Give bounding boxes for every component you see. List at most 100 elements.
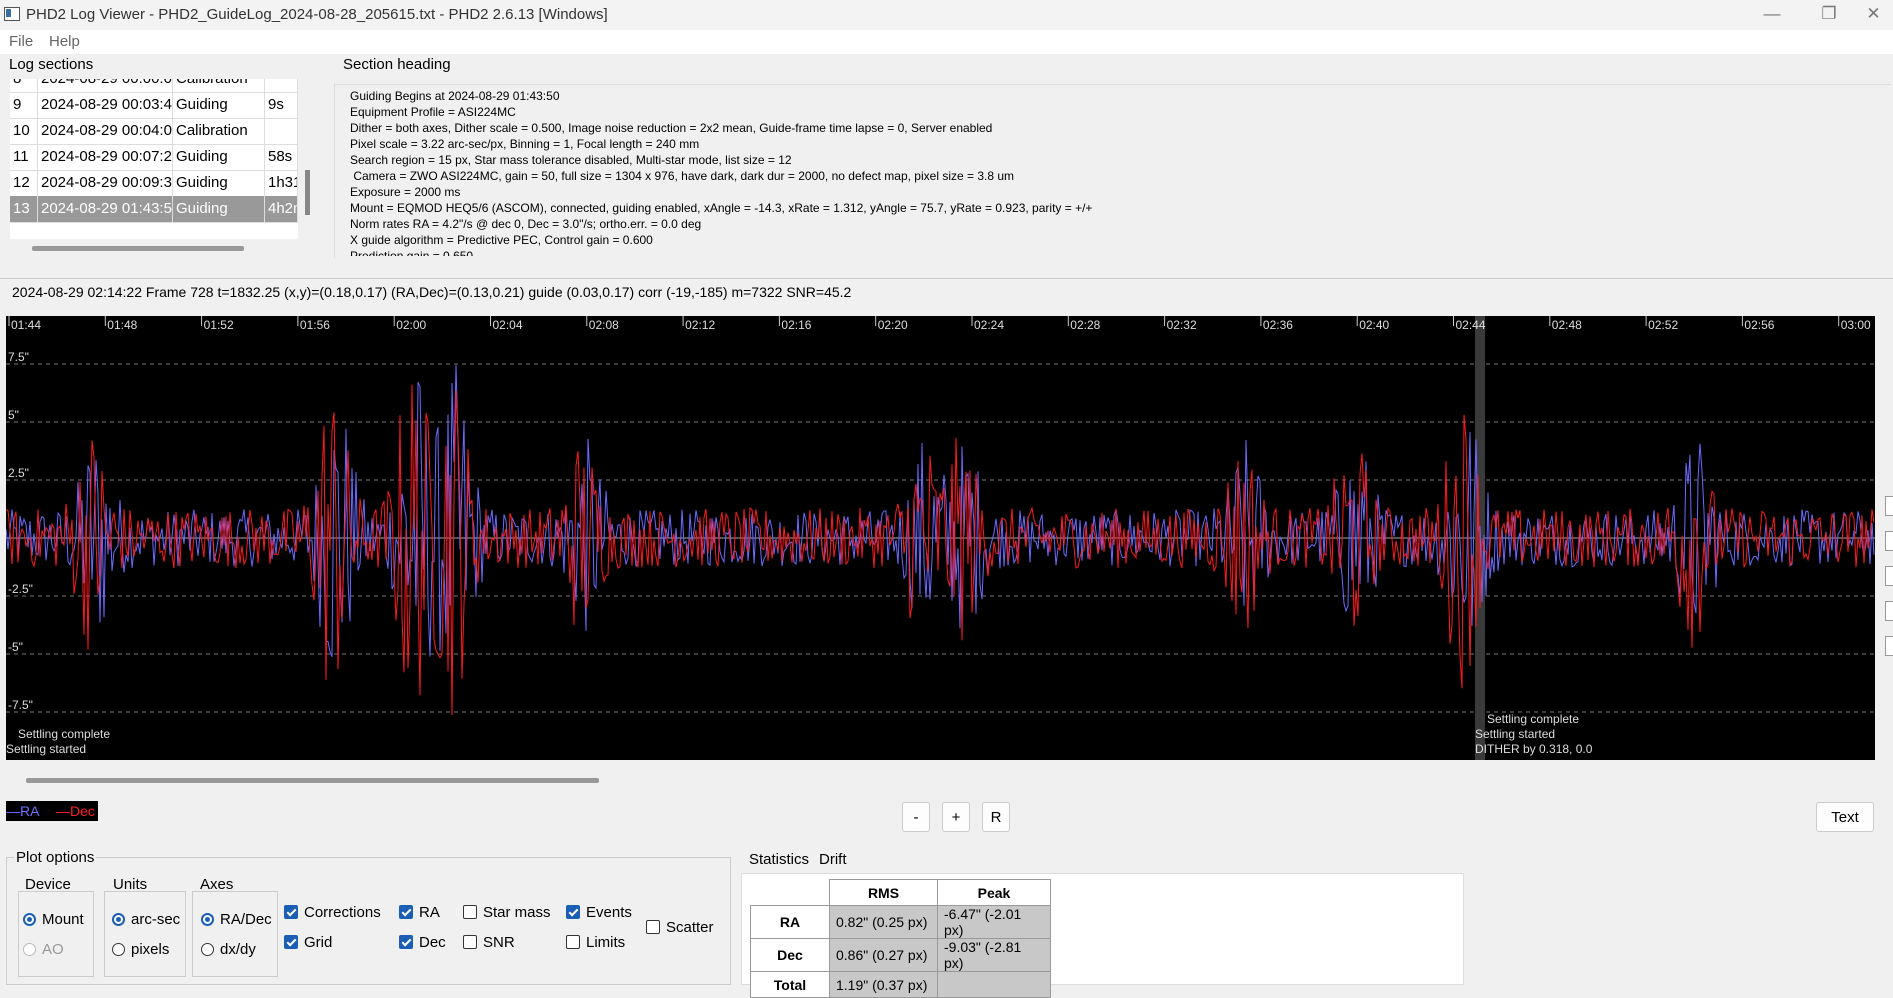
- restore-button[interactable]: ❐: [1806, 0, 1852, 30]
- stats-header-row: RMS Peak: [751, 879, 1051, 906]
- time-tick-label: 01:48: [107, 318, 137, 332]
- axes-dxdy-label: dx/dy: [220, 941, 256, 958]
- legend-dec: —Dec: [56, 803, 95, 819]
- section-row-10[interactable]: 10 2024-08-29 00:04:00 Calibration: [10, 118, 298, 145]
- time-tick-label: 02:24: [974, 318, 1004, 332]
- section-row-13[interactable]: 13 2024-08-29 01:43:50 Guiding 4h2m: [10, 196, 298, 223]
- corrections-checkbox[interactable]: Corrections: [284, 904, 381, 921]
- heading-line: Dither = both axes, Dither scale = 0.500…: [350, 121, 993, 135]
- event-label: Settling started: [6, 742, 86, 756]
- app-icon: [4, 7, 20, 21]
- dec-checkbox[interactable]: Dec: [399, 934, 446, 951]
- menu-help[interactable]: Help: [49, 33, 80, 50]
- units-group: [104, 891, 186, 977]
- device-mount-label: Mount: [42, 911, 84, 928]
- time-tick-label: 02:56: [1744, 318, 1774, 332]
- tab-drift[interactable]: Drift: [819, 851, 847, 868]
- stats-row-dec: Dec 0.86" (0.27 px) -9.03" (-2.81 px): [750, 938, 1051, 972]
- time-tick-label: 01:56: [300, 318, 330, 332]
- side-tab[interactable]: [1885, 531, 1893, 551]
- time-tick-label: 02:08: [589, 318, 619, 332]
- units-label: Units: [113, 876, 148, 893]
- menu-file[interactable]: File: [9, 33, 33, 50]
- device-label: Device: [25, 876, 71, 893]
- section-type: Guiding: [173, 170, 265, 196]
- section-number: 12: [10, 170, 38, 196]
- units-pixels-radio[interactable]: pixels: [112, 941, 169, 958]
- device-mount-radio[interactable]: Mount: [23, 911, 84, 928]
- radio-icon: [201, 943, 214, 956]
- checkbox-icon: [399, 905, 413, 919]
- section-time: 2024-08-29 00:09:31: [38, 170, 173, 196]
- section-row-9[interactable]: 9 2024-08-29 00:03:40 Guiding 9s: [10, 92, 298, 119]
- stats-rms-value: 1.19" (0.37 px): [829, 971, 938, 998]
- units-arcsec-radio[interactable]: arc-sec: [112, 911, 180, 928]
- section-row-11[interactable]: 11 2024-08-29 00:07:27 Guiding 58s: [10, 144, 298, 171]
- corrections-label: Corrections: [304, 904, 381, 921]
- limits-checkbox[interactable]: Limits: [566, 934, 625, 951]
- dec-label: Dec: [419, 934, 446, 951]
- time-tick-label: 02:20: [878, 318, 908, 332]
- section-row-12[interactable]: 12 2024-08-29 00:09:31 Guiding 1h31: [10, 170, 298, 197]
- events-label: Events: [586, 904, 632, 921]
- minimize-button[interactable]: —: [1749, 0, 1795, 30]
- section-duration: 9s: [265, 92, 298, 118]
- log-sections-table[interactable]: 8 2024-08-29 00:00:09 Calibration 9 2024…: [10, 79, 298, 239]
- section-row-8[interactable]: 8 2024-08-29 00:00:09 Calibration: [10, 79, 298, 93]
- time-tick-label: 02:16: [781, 318, 811, 332]
- section-time: 2024-08-29 00:03:40: [38, 92, 173, 118]
- stats-peak-value: -6.47" (-2.01 px): [937, 905, 1051, 939]
- side-tab[interactable]: [1885, 566, 1893, 586]
- time-tick-label: 02:12: [685, 318, 715, 332]
- zoom-in-button[interactable]: +: [942, 802, 970, 832]
- grid-checkbox[interactable]: Grid: [284, 934, 332, 951]
- window-title: PHD2 Log Viewer - PHD2_GuideLog_2024-08-…: [26, 6, 608, 23]
- ra-checkbox[interactable]: RA: [399, 904, 440, 921]
- side-tab[interactable]: [1885, 601, 1893, 621]
- text-button[interactable]: Text: [1816, 802, 1874, 832]
- axes-radec-radio[interactable]: RA/Dec: [201, 911, 272, 928]
- section-number: 13: [10, 196, 38, 222]
- guide-graph[interactable]: 01:44 01:48 01:52 01:56 02:00 02:04 02:08 02:12…: [6, 316, 1875, 760]
- time-tick-label: 01:52: [204, 318, 234, 332]
- units-pixels-label: pixels: [131, 941, 170, 958]
- axes-dxdy-radio[interactable]: dx/dy: [201, 941, 256, 958]
- zoom-out-button[interactable]: -: [902, 802, 930, 832]
- events-checkbox[interactable]: Events: [566, 904, 632, 921]
- menu-bar: [0, 30, 1893, 54]
- close-button[interactable]: ✕: [1854, 0, 1893, 30]
- event-label: DITHER by 0.318, 0.0: [1475, 742, 1593, 756]
- grid-label: Grid: [304, 934, 333, 951]
- sections-vertical-scrollbar[interactable]: [304, 79, 312, 239]
- graph-scroll-thumb[interactable]: [26, 778, 599, 783]
- device-ao-radio[interactable]: AO: [23, 941, 64, 958]
- scatter-checkbox[interactable]: Scatter: [646, 919, 714, 936]
- snr-checkbox[interactable]: SNR: [463, 934, 515, 951]
- checkbox-icon: [566, 935, 580, 949]
- time-tick-label: 02:40: [1359, 318, 1389, 332]
- y-tick-label: -2.5": [8, 582, 33, 596]
- tab-statistics[interactable]: Statistics: [749, 851, 809, 868]
- time-tick-label: 02:32: [1167, 318, 1197, 332]
- sections-vertical-scroll-thumb[interactable]: [305, 170, 310, 215]
- star-mass-checkbox[interactable]: Star mass: [463, 904, 551, 921]
- reset-zoom-button[interactable]: R: [982, 802, 1010, 832]
- section-duration: [265, 118, 298, 144]
- event-label: Settling complete: [1487, 712, 1579, 726]
- limits-label: Limits: [586, 934, 626, 951]
- side-tab[interactable]: [1885, 496, 1893, 516]
- heading-line: X guide algorithm = Predictive PEC, Cont…: [350, 233, 653, 247]
- section-time: 2024-08-29 01:43:50: [38, 196, 173, 222]
- trace-line: [6, 384, 1875, 716]
- event-label: Settling complete: [18, 727, 110, 741]
- side-tab[interactable]: [1885, 636, 1893, 656]
- units-arcsec-label: arc-sec: [131, 911, 181, 928]
- sections-horizontal-scroll-thumb[interactable]: [32, 246, 244, 251]
- scatter-label: Scatter: [666, 919, 714, 936]
- section-heading-text[interactable]: Guiding Begins at 2024-08-29 01:43:50 Eq…: [350, 88, 1870, 256]
- section-type: Calibration: [173, 118, 265, 144]
- time-tick-label: 02:48: [1552, 318, 1582, 332]
- checkbox-icon: [284, 935, 298, 949]
- time-tick-label: 03:00: [1841, 318, 1871, 332]
- stats-row-total: Total 1.19" (0.37 px): [750, 971, 1051, 998]
